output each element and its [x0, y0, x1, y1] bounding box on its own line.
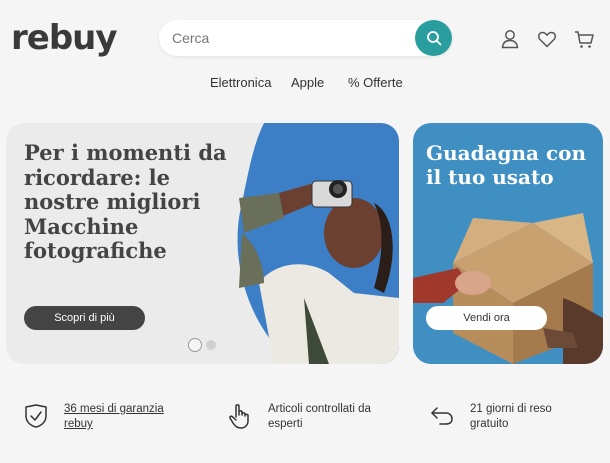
- feature-checked-text: Articoli controllati da esperti: [268, 403, 371, 430]
- nav-item-apple[interactable]: Apple: [291, 75, 324, 90]
- sell-now-button[interactable]: Vendi ora: [426, 306, 547, 330]
- site-header: rebuy Cerca Elettronica Apple % Offerte: [0, 0, 610, 104]
- hero-banner[interactable]: Per i momenti da ricordare: le nostre mi…: [6, 123, 399, 364]
- search-icon: [426, 31, 441, 46]
- sell-photo-box-hands: [413, 213, 603, 364]
- search-bar[interactable]: Cerca: [159, 20, 452, 56]
- search-button[interactable]: [415, 20, 452, 56]
- return-arrow-icon: [431, 407, 453, 425]
- feature-warranty-link[interactable]: 36 mesi di garanzia rebuy: [64, 402, 174, 432]
- search-input[interactable]: Cerca: [172, 30, 209, 46]
- rebuy-logo[interactable]: rebuy: [11, 18, 118, 58]
- hero-photo-camera-woman: [237, 123, 399, 364]
- feature-returns-text: 21 giorni di reso gratuito: [470, 403, 552, 430]
- nav-item-elettronica[interactable]: Elettronica: [210, 75, 271, 90]
- hand-pointer-icon: [229, 404, 249, 429]
- shield-check-icon: [25, 404, 47, 428]
- user-icon[interactable]: [499, 28, 521, 50]
- feature-warranty: 36 mesi di garanzia rebuy: [22, 402, 174, 432]
- sell-banner[interactable]: Guadagna con il tuo usato Vendi ora: [413, 123, 603, 364]
- cart-icon[interactable]: [573, 28, 595, 50]
- carousel-dot-active[interactable]: [188, 338, 202, 352]
- nav-item-offerte[interactable]: % Offerte: [348, 75, 403, 90]
- hero-title: Per i momenti da ricordare: le nostre mi…: [24, 140, 227, 263]
- discover-more-button[interactable]: Scopri di più: [24, 306, 145, 330]
- heart-icon[interactable]: [536, 28, 558, 50]
- carousel-dot[interactable]: [206, 340, 216, 350]
- sell-title: Guadagna con il tuo usato: [426, 141, 587, 189]
- feature-checked: Articoli controllati da esperti: [226, 402, 378, 432]
- feature-returns: 21 giorni di reso gratuito: [428, 402, 580, 432]
